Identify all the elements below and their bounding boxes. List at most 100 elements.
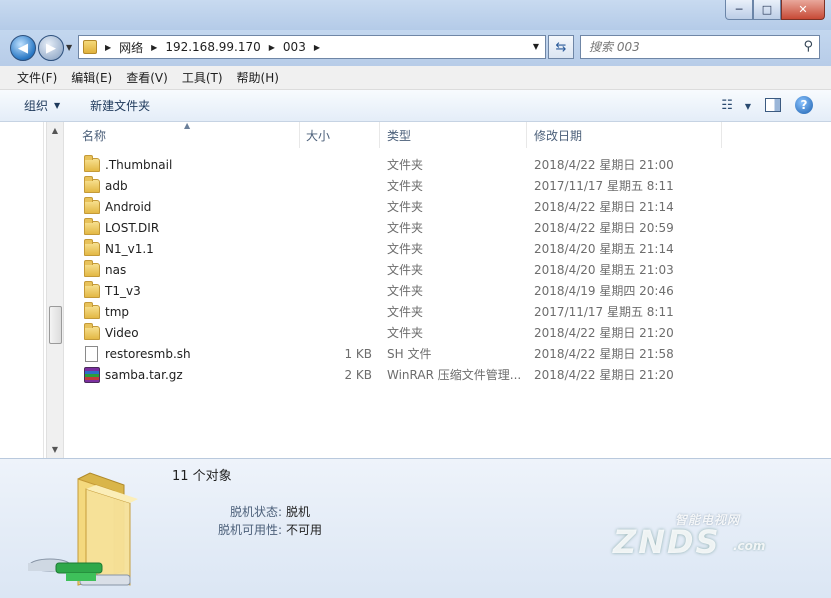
preview-pane-button[interactable]: [765, 98, 781, 112]
menu-help[interactable]: 帮助(H): [230, 69, 286, 86]
table-row[interactable]: samba.tar.gz 2 KB WinRAR 压缩文件管理... 2018/…: [66, 364, 727, 385]
file-size: [300, 301, 380, 322]
scroll-up-arrow[interactable]: ▲: [47, 126, 63, 135]
file-date: 2018/4/19 星期四 20:46: [534, 284, 674, 298]
watermark-suffix: .com: [733, 539, 766, 553]
table-row[interactable]: nas 文件夹 2018/4/20 星期五 21:03: [66, 259, 727, 280]
file-type: 文件夹: [387, 326, 424, 340]
file-rows: .Thumbnail 文件夹 2018/4/22 星期日 21:00 adb 文…: [66, 154, 727, 385]
breadcrumb-host[interactable]: 192.168.99.170: [165, 40, 260, 54]
navigation-pane[interactable]: [0, 122, 44, 458]
breadcrumb-folder[interactable]: 003: [283, 40, 306, 54]
folder-icon: [84, 301, 100, 319]
arrow-left-icon: ◀: [18, 40, 28, 56]
table-row[interactable]: tmp 文件夹 2017/11/17 星期五 8:11: [66, 301, 727, 322]
scrollbar-thumb[interactable]: [49, 306, 62, 344]
view-options-button[interactable]: ☷ ▼: [721, 98, 751, 113]
refresh-button[interactable]: ⇆: [548, 35, 574, 59]
close-button[interactable]: ✕: [781, 0, 825, 20]
column-header-name[interactable]: ▲ 名称: [66, 121, 300, 148]
search-icon[interactable]: ⚲: [803, 39, 813, 54]
table-row[interactable]: adb 文件夹 2017/11/17 星期五 8:11: [66, 175, 727, 196]
file-type: 文件夹: [387, 284, 424, 298]
table-row[interactable]: Video 文件夹 2018/4/22 星期日 21:20: [66, 322, 727, 343]
column-header-type-label: 类型: [387, 128, 412, 143]
column-header-name-label: 名称: [82, 128, 107, 143]
column-header-date[interactable]: 修改日期: [527, 122, 722, 148]
chevron-right-icon[interactable]: ▶: [269, 43, 275, 52]
file-icon: [85, 345, 98, 362]
forward-button[interactable]: ▶: [38, 35, 64, 61]
search-box[interactable]: ⚲: [580, 35, 820, 59]
address-dropdown[interactable]: ▼: [533, 42, 539, 51]
file-type: 文件夹: [387, 200, 424, 214]
file-type: 文件夹: [387, 179, 424, 193]
file-date: 2018/4/22 星期日 21:20: [534, 368, 674, 382]
file-name: nas: [105, 262, 127, 277]
table-row[interactable]: restoresmb.sh 1 KB SH 文件 2018/4/22 星期日 2…: [66, 343, 727, 364]
scroll-down-arrow[interactable]: ▼: [47, 445, 63, 454]
table-row[interactable]: LOST.DIR 文件夹 2018/4/22 星期日 20:59: [66, 217, 727, 238]
title-bar: ─ □ ✕: [0, 0, 831, 30]
column-header-date-label: 修改日期: [534, 128, 583, 143]
address-bar[interactable]: ▶ 网络 ▶ 192.168.99.170 ▶ 003 ▶ ▼: [78, 35, 546, 59]
chevron-right-icon[interactable]: ▶: [151, 43, 157, 52]
file-size: 2 KB: [344, 367, 372, 382]
folder-icon: [84, 154, 100, 172]
content-area: ▲ ▼ ▲ 名称 大小 类型 修改日期 .Thumbnail 文件夹 2018/…: [0, 121, 831, 458]
column-header-type[interactable]: 类型: [380, 122, 527, 148]
new-folder-button[interactable]: 新建文件夹: [90, 97, 150, 114]
file-date: 2017/11/17 星期五 8:11: [534, 305, 674, 319]
file-size: [300, 175, 380, 196]
offline-availability-value: 不可用: [286, 523, 323, 537]
file-date: 2018/4/22 星期日 20:59: [534, 221, 674, 235]
file-size: [300, 322, 380, 343]
file-size: [300, 259, 380, 280]
menu-file[interactable]: 文件(F): [10, 69, 64, 86]
file-date: 2018/4/22 星期日 21:14: [534, 200, 674, 214]
back-button[interactable]: ◀: [10, 35, 36, 61]
menu-edit[interactable]: 编辑(E): [64, 69, 119, 86]
recent-pages-dropdown[interactable]: ▼: [66, 43, 72, 52]
offline-status-value: 脱机: [286, 505, 311, 519]
folder-icon: [84, 238, 100, 256]
chevron-down-icon: ▼: [54, 101, 61, 110]
menu-view[interactable]: 查看(V): [119, 69, 175, 86]
command-bar-right: ☷ ▼ ?: [721, 96, 813, 114]
column-header-size-label: 大小: [306, 128, 331, 143]
chevron-right-icon[interactable]: ▶: [105, 43, 111, 52]
file-name: T1_v3: [105, 283, 141, 298]
help-button[interactable]: ?: [795, 96, 813, 114]
folder-icon: [84, 175, 100, 193]
folder-icon: [84, 322, 100, 340]
table-row[interactable]: N1_v1.1 文件夹 2018/4/20 星期五 21:14: [66, 238, 727, 259]
file-size: 1 KB: [344, 346, 372, 361]
command-bar: 组织 ▼ 新建文件夹 ☷ ▼ ?: [0, 90, 831, 122]
file-date: 2018/4/22 星期日 21:20: [534, 326, 674, 340]
organize-button[interactable]: 组织 ▼: [24, 97, 60, 114]
file-type: WinRAR 压缩文件管理...: [387, 368, 522, 382]
search-input[interactable]: [589, 40, 789, 54]
offline-status-label: 脱机状态:: [229, 505, 282, 519]
table-row[interactable]: .Thumbnail 文件夹 2018/4/22 星期日 21:00: [66, 154, 727, 175]
folder-icon: [84, 259, 100, 277]
menu-bar: 文件(F) 编辑(E) 查看(V) 工具(T) 帮助(H): [0, 66, 831, 90]
breadcrumb-network[interactable]: 网络: [119, 39, 143, 56]
column-header-size[interactable]: 大小: [300, 122, 380, 148]
file-size: [300, 196, 380, 217]
view-list-icon: ☷: [721, 97, 733, 113]
file-size: [300, 154, 380, 175]
table-row[interactable]: Android 文件夹 2018/4/22 星期日 21:14: [66, 196, 727, 217]
network-folder-icon: [28, 472, 138, 586]
minimize-button[interactable]: ─: [725, 0, 753, 20]
window-controls: ─ □ ✕: [725, 0, 825, 20]
file-date: 2018/4/20 星期五 21:03: [534, 263, 674, 277]
chevron-right-icon[interactable]: ▶: [314, 43, 320, 52]
table-row[interactable]: T1_v3 文件夹 2018/4/19 星期四 20:46: [66, 280, 727, 301]
folder-icon: [84, 196, 100, 214]
file-name: Video: [105, 325, 139, 340]
navigation-pane-scrollbar[interactable]: ▲ ▼: [46, 122, 64, 458]
menu-tools[interactable]: 工具(T): [175, 69, 230, 86]
file-size: [300, 238, 380, 259]
maximize-button[interactable]: □: [753, 0, 781, 20]
